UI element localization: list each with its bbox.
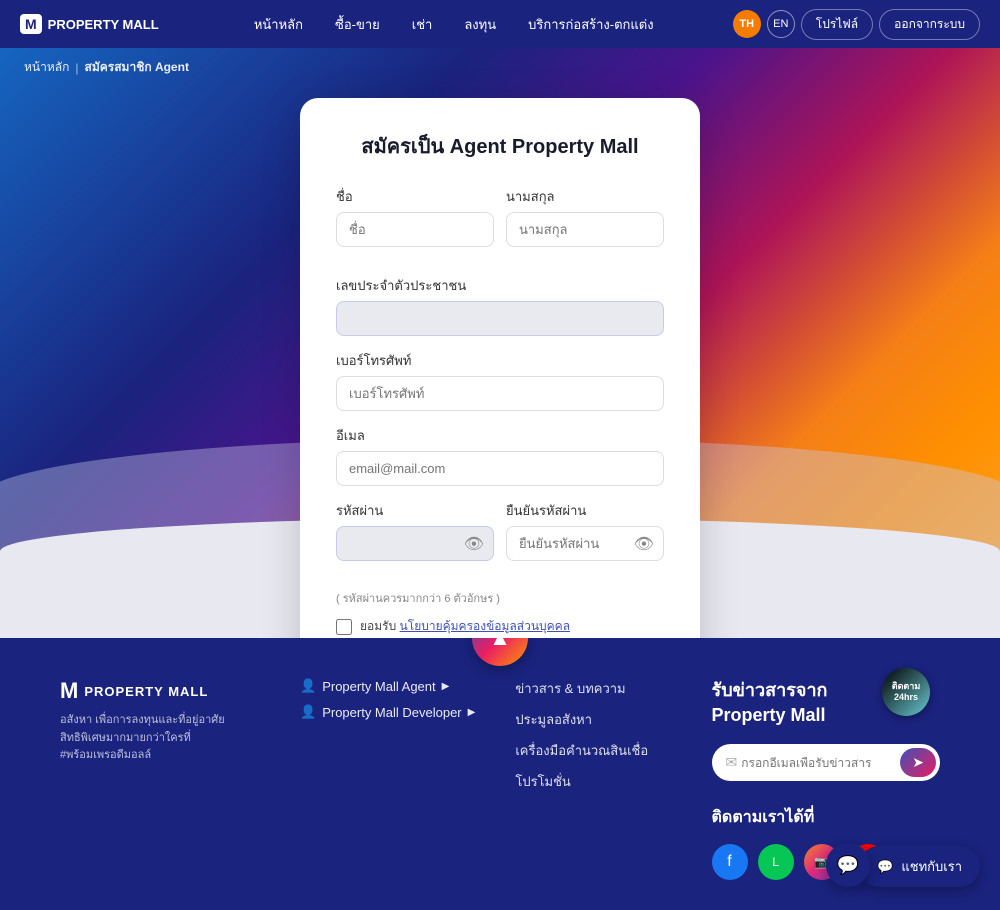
form-title: สมัครเป็น Agent Property Mall	[336, 130, 664, 162]
chat-button[interactable]: 💬 แชทกับเรา	[859, 846, 980, 887]
nav-right: TH EN โปรไฟล์ ออกจากระบบ	[733, 9, 980, 40]
checkbox1[interactable]	[336, 619, 352, 635]
nav-construction[interactable]: บริการก่อสร้าง-ตกแต่ง	[514, 8, 667, 41]
lang-th-button[interactable]: TH	[733, 10, 761, 38]
facebook-icon[interactable]: f	[712, 844, 748, 880]
last-name-label: นามสกุล	[506, 186, 664, 207]
first-name-group: ชื่อ	[336, 186, 494, 247]
hero-section: หน้าหลัก | สมัครสมาชิก Agent สมัครเป็น A…	[0, 48, 1000, 638]
logo-icon: M	[20, 14, 42, 34]
email-group: อีเมล	[336, 425, 664, 486]
password-row: รหัสผ่าน 👁 ยืนยันรหัสผ่าน 👁	[336, 500, 664, 575]
first-name-input[interactable]	[336, 212, 494, 247]
phone-input[interactable]	[336, 376, 664, 411]
tiktok-badge[interactable]: ติดตาม24hrs	[882, 668, 930, 716]
logout-button[interactable]: ออกจากระบบ	[879, 9, 980, 40]
password-input-wrapper: 👁	[336, 526, 494, 561]
footer-brand-name: PROPERTY MALL	[84, 684, 208, 699]
chat-bubble-button[interactable]: 💬	[826, 843, 870, 887]
nav-buy-sell[interactable]: ซื้อ-ขาย	[321, 8, 394, 41]
footer-auction-link[interactable]: ประมูลอสังหา	[515, 709, 648, 730]
person-icon-dev: 👤	[300, 704, 316, 720]
last-name-input[interactable]	[506, 212, 664, 247]
footer-news-link[interactable]: ข่าวสาร & บทความ	[515, 678, 648, 699]
name-row: ชื่อ นามสกุล	[336, 186, 664, 261]
id-card-group: เลขประจำตัวประชาชน	[336, 275, 664, 336]
agent-label: Property Mall Agent	[322, 679, 435, 694]
confirm-password-eye-icon[interactable]: 👁	[634, 534, 654, 554]
email-icon: ✉	[726, 754, 738, 771]
password-eye-icon[interactable]: 👁	[464, 534, 484, 554]
nav-invest[interactable]: ลงทุน	[450, 8, 510, 41]
last-name-group: นามสกุล	[506, 186, 664, 247]
developer-label: Property Mall Developer	[322, 705, 461, 720]
phone-group: เบอร์โทรศัพท์	[336, 350, 664, 411]
bubble-icon: 💬	[837, 855, 859, 876]
breadcrumb-current: สมัครสมาชิก Agent	[85, 58, 189, 77]
arrow-icon-agent: ▶	[442, 681, 450, 692]
checkbox1-row: ยอมรับ นโยบายคุ้มครองข้อมูลส่วนบุคคล	[336, 617, 664, 636]
first-name-label: ชื่อ	[336, 186, 494, 207]
newsletter-input-row: ✉ ➤	[712, 744, 940, 781]
chat-icon: 💬	[877, 859, 893, 875]
profile-button[interactable]: โปรไฟล์	[801, 9, 873, 40]
nav-home[interactable]: หน้าหลัก	[240, 8, 317, 41]
confirm-password-group: ยืนยันรหัสผ่าน 👁	[506, 500, 664, 561]
checkbox1-label: ยอมรับ นโยบายคุ้มครองข้อมูลส่วนบุคคล	[360, 617, 570, 636]
breadcrumb-home[interactable]: หน้าหลัก	[24, 58, 69, 77]
brand-name: PROPERTY MALL	[48, 17, 159, 32]
breadcrumb: หน้าหลัก | สมัครสมาชิก Agent	[24, 58, 189, 77]
email-label: อีเมล	[336, 425, 664, 446]
phone-label: เบอร์โทรศัพท์	[336, 350, 664, 371]
id-card-label: เลขประจำตัวประชาชน	[336, 275, 664, 296]
person-icon: 👤	[300, 678, 316, 694]
nav-links: หน้าหลัก ซื้อ-ขาย เช่า ลงทุน บริการก่อสร…	[183, 8, 725, 41]
footer-promo-link[interactable]: โปรโมชั่น	[515, 771, 648, 792]
line-icon[interactable]: L	[758, 844, 794, 880]
registration-form-card: สมัครเป็น Agent Property Mall ชื่อ นามสก…	[300, 98, 700, 638]
confirm-password-input-wrapper: 👁	[506, 526, 664, 561]
navbar: M PROPERTY MALL หน้าหลัก ซื้อ-ขาย เช่า ล…	[0, 0, 1000, 48]
footer-links-column: 👤 Property Mall Agent ▶ 👤 Property Mall …	[300, 678, 475, 720]
footer-developer-link[interactable]: 👤 Property Mall Developer ▶	[300, 704, 475, 720]
password-hint: ( รหัสผ่านควรมากกว่า 6 ตัวอักษร )	[336, 589, 664, 607]
footer-logo-mark: M	[60, 678, 78, 704]
brand-logo[interactable]: M PROPERTY MALL	[20, 14, 159, 34]
newsletter-email-input[interactable]	[741, 756, 896, 770]
lang-en-button[interactable]: EN	[767, 10, 795, 38]
privacy-policy-link[interactable]: นโยบายคุ้มครองข้อมูลส่วนบุคคล	[400, 619, 571, 633]
footer-logo-column: M PROPERTY MALL อสังหา เพื่อการลงทุนและท…	[60, 678, 260, 765]
footer-content: M PROPERTY MALL อสังหา เพื่อการลงทุนและท…	[60, 678, 940, 880]
breadcrumb-separator: |	[75, 61, 78, 75]
password-label: รหัสผ่าน	[336, 500, 494, 521]
id-card-input[interactable]	[336, 301, 664, 336]
newsletter-submit-button[interactable]: ➤	[900, 748, 936, 777]
chat-label: แชทกับเรา	[901, 856, 962, 877]
footer-calculator-link[interactable]: เครื่องมือคำนวณสินเชื่อ	[515, 740, 648, 761]
footer-logo: M PROPERTY MALL	[60, 678, 260, 704]
password-group: รหัสผ่าน 👁	[336, 500, 494, 561]
confirm-password-label: ยืนยันรหัสผ่าน	[506, 500, 664, 521]
nav-rent[interactable]: เช่า	[398, 8, 447, 41]
footer-tagline: อสังหา เพื่อการลงทุนและที่อยู่อาศัยสิทธิ…	[60, 712, 260, 765]
arrow-icon-dev: ▶	[468, 707, 476, 718]
social-title: ติดตามเราได้ที่	[712, 805, 940, 830]
footer-agent-link[interactable]: 👤 Property Mall Agent ▶	[300, 678, 475, 694]
footer-menu-column: ข่าวสาร & บทความ ประมูลอสังหา เครื่องมือ…	[515, 678, 648, 792]
email-input[interactable]	[336, 451, 664, 486]
